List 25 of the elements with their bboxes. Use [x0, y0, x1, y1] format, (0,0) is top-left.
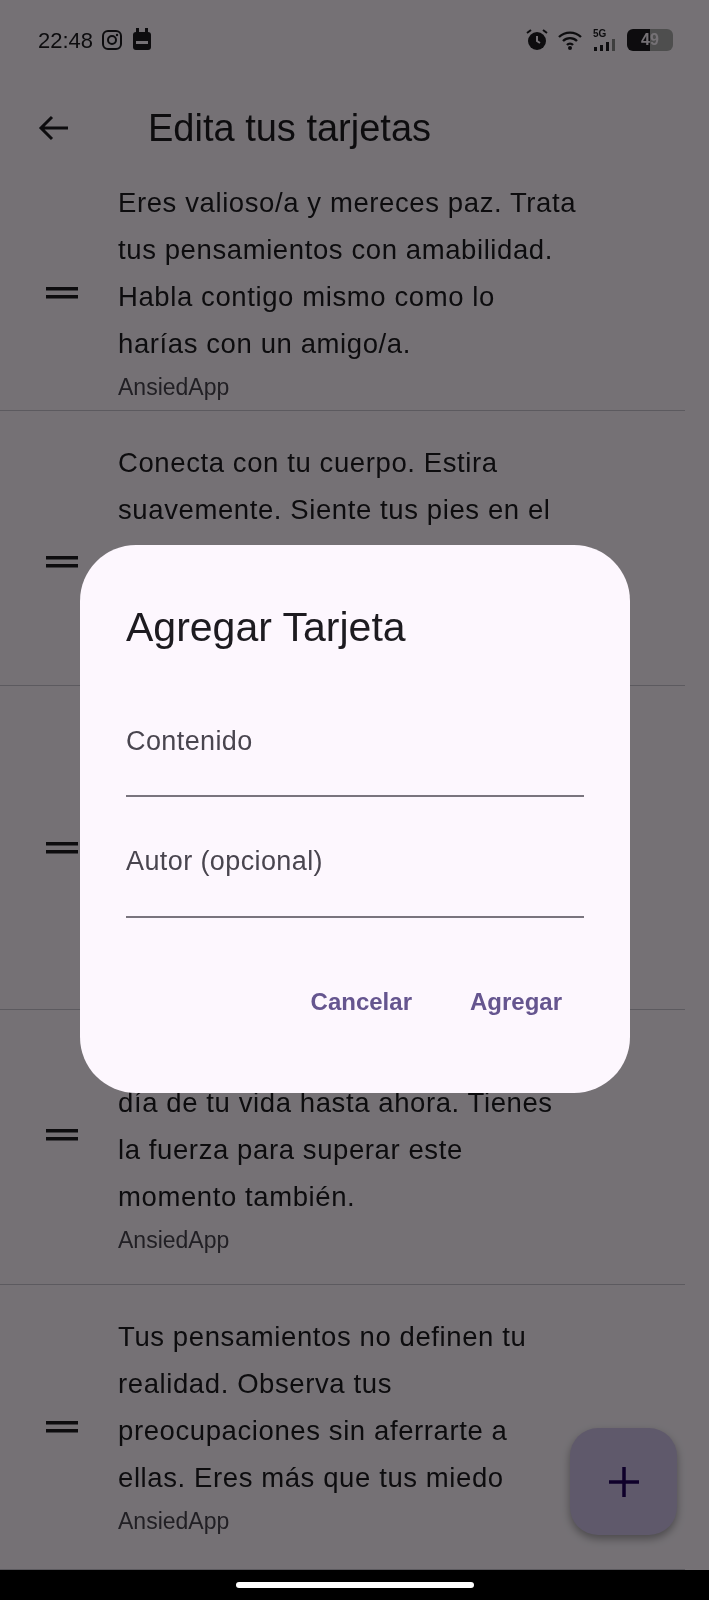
card-author: AnsiedApp — [118, 373, 231, 402]
card-author: AnsiedApp — [118, 1507, 231, 1536]
drag-handle-icon[interactable] — [46, 287, 78, 299]
plus-icon — [606, 1464, 641, 1499]
network-label: 5G — [593, 29, 607, 39]
camera-icon — [101, 29, 124, 51]
page-title: Edita tus tarjetas — [148, 105, 432, 151]
input-field[interactable]: Contenido — [126, 712, 584, 797]
calendar-icon — [131, 28, 154, 52]
cancel-button[interactable]: Cancelar — [298, 975, 424, 1028]
card-text: día de tu vida hasta ahora. Tienes la fuerza para superar este momento también. — [118, 1086, 553, 1214]
drag-handle-icon[interactable] — [46, 1421, 78, 1433]
card-text: Conecta con tu cuerpo. Estira suavemente. Siente tus pies en el — [118, 446, 551, 527]
drag-handle-icon[interactable] — [46, 841, 78, 854]
drag-handle-icon[interactable] — [46, 556, 78, 568]
clock-time: 22:48 — [38, 26, 94, 55]
dialog-title: Agregar Tarjeta — [126, 603, 407, 652]
card-author: AnsiedApp — [118, 1226, 231, 1255]
add-button[interactable]: Agregar — [457, 975, 574, 1028]
drag-handle-icon[interactable] — [46, 1129, 78, 1141]
input-field[interactable]: Autor (opcional) — [126, 833, 584, 918]
card-text: Tus pensamientos no definen tu realidad. Observa tus preocupaciones sin aferrarte a ellas. Eres más que tus miedo — [118, 1320, 527, 1495]
alarm-clock-icon — [525, 28, 549, 52]
card-text: Eres valioso/a y mereces paz. Trata tus pensamientos con amabilidad. Habla contigo mismo como lo harías con un amigo/a. — [118, 186, 577, 361]
back-arrow-icon[interactable] — [38, 114, 70, 142]
